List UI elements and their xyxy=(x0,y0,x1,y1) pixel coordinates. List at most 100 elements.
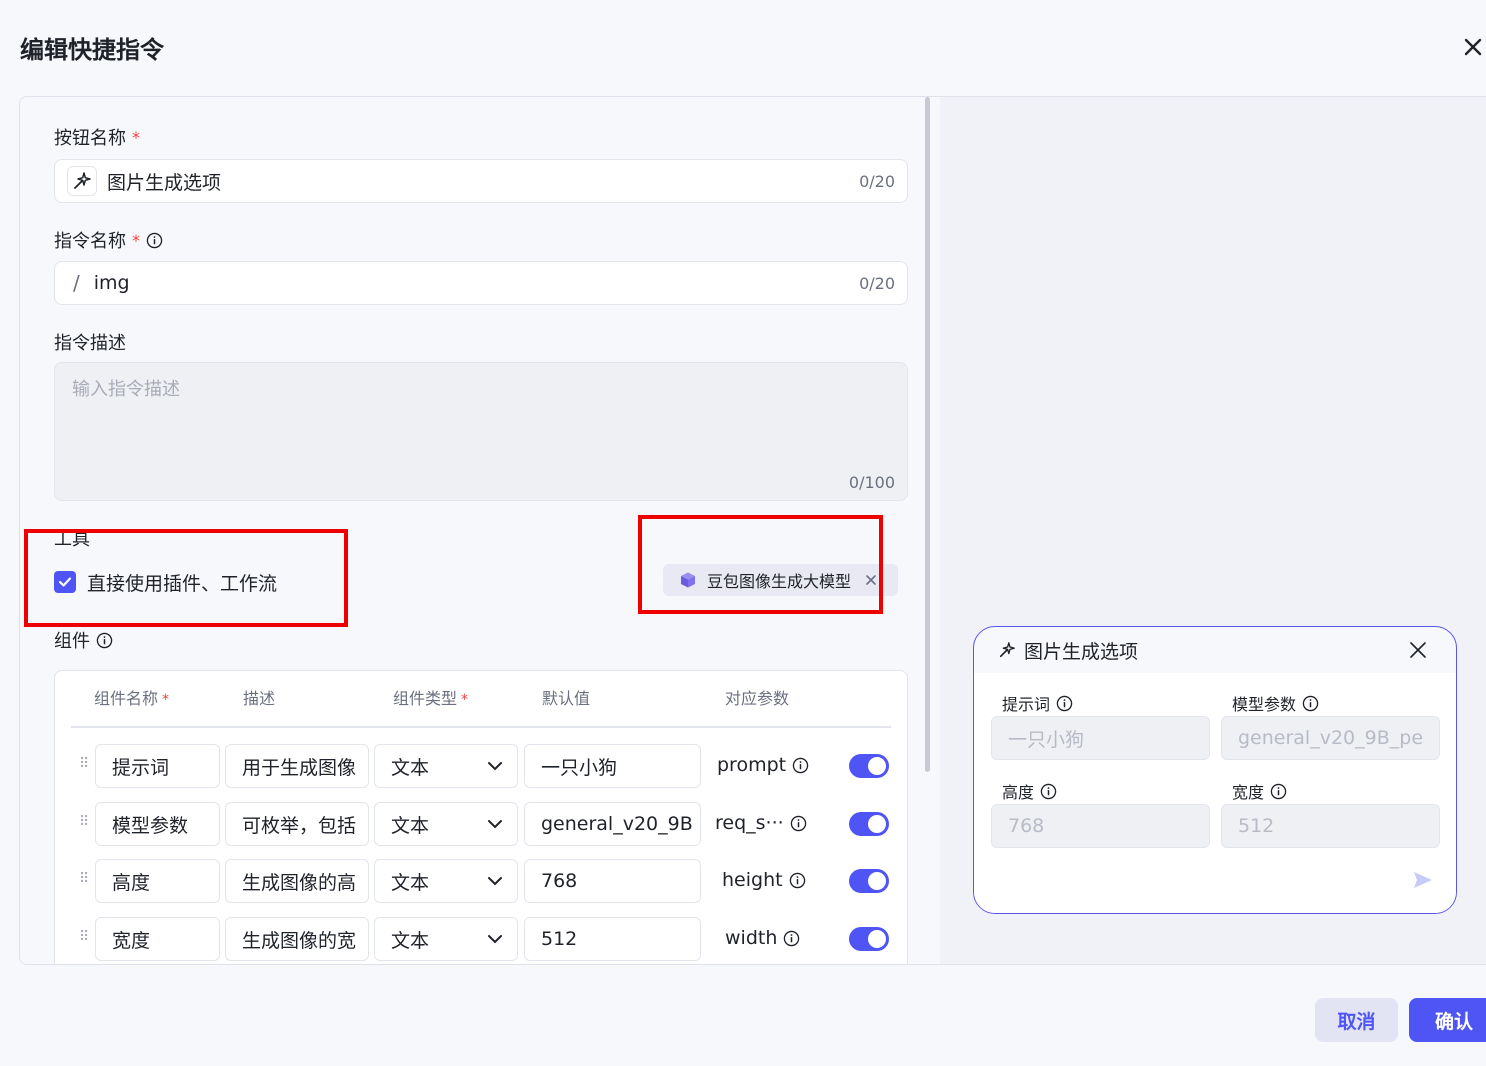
components-label-text: 组件 xyxy=(54,631,90,652)
command-name-input[interactable]: / img 0/20 xyxy=(54,261,908,305)
component-type-select[interactable]: 文本 xyxy=(374,859,518,903)
button-name-label-text: 按钮名称 xyxy=(54,128,126,149)
required-mark: * xyxy=(461,692,469,708)
preview-body: 提示词 模型参数 一只小狗 general_v20_9B_pe 高度 宽度 76… xyxy=(974,673,1456,913)
info-icon[interactable] xyxy=(1270,783,1287,800)
close-icon[interactable] xyxy=(1409,641,1427,659)
char-count: 0/20 xyxy=(859,273,895,293)
sparkle-icon xyxy=(999,642,1015,658)
button-name-value: 图片生成选项 xyxy=(107,171,222,194)
command-desc-placeholder: 输入指令描述 xyxy=(72,379,180,400)
info-icon[interactable] xyxy=(1040,783,1057,800)
drag-handle-icon[interactable]: ⠿ xyxy=(79,871,89,887)
component-type-select[interactable]: 文本 xyxy=(374,917,518,961)
header-type-text: 组件类型 xyxy=(393,689,458,708)
char-count: 0/20 xyxy=(859,171,895,191)
info-icon[interactable] xyxy=(783,930,800,947)
info-icon[interactable] xyxy=(1056,695,1073,712)
header-param: 对应参数 xyxy=(725,689,790,708)
preview-field-label-text: 高度 xyxy=(1002,783,1035,802)
component-desc-input[interactable]: 用于生成图像 xyxy=(225,744,369,788)
preview-field-label: 宽度 xyxy=(1232,779,1287,803)
preview-field-input[interactable]: general_v20_9B_pe xyxy=(1221,716,1440,760)
slash-prefix: / xyxy=(73,271,80,295)
preview-field-label: 高度 xyxy=(1002,779,1057,803)
component-param-text: height xyxy=(722,869,783,891)
component-enable-toggle[interactable] xyxy=(849,812,889,836)
button-name-label: 按钮名称 * xyxy=(54,124,140,150)
command-name-label-text: 指令名称 xyxy=(54,231,126,252)
component-enable-toggle[interactable] xyxy=(849,927,889,951)
drag-handle-icon[interactable]: ⠿ xyxy=(79,814,89,830)
component-param: prompt xyxy=(717,754,809,776)
chevron-down-icon xyxy=(488,877,502,886)
component-param-text: prompt xyxy=(717,754,787,776)
close-icon[interactable] xyxy=(1462,36,1484,58)
chevron-down-icon xyxy=(488,820,502,829)
component-param-text: req_s··· xyxy=(715,812,784,834)
info-icon[interactable] xyxy=(790,815,807,832)
preview-title: 图片生成选项 xyxy=(1024,640,1139,663)
component-name-input[interactable]: 提示词 xyxy=(95,744,220,788)
info-icon[interactable] xyxy=(96,632,113,649)
component-default-input[interactable]: 768 xyxy=(524,859,701,903)
header-name: 组件名称 * xyxy=(94,685,169,709)
command-name-label: 指令名称 * xyxy=(54,227,163,253)
preview-field-input[interactable]: 一只小狗 xyxy=(991,716,1210,760)
required-mark: * xyxy=(132,230,140,250)
preview-card: 图片生成选项 提示词 模型参数 一只小狗 general_v20_9B_pe 高… xyxy=(973,626,1457,914)
component-enable-toggle[interactable] xyxy=(849,754,889,778)
info-icon[interactable] xyxy=(146,232,163,249)
component-type-value: 文本 xyxy=(391,814,430,837)
component-default-input[interactable]: 512 xyxy=(524,917,701,961)
confirm-button[interactable]: 确认 xyxy=(1409,998,1486,1042)
header-name-text: 组件名称 xyxy=(94,689,159,708)
header-divider xyxy=(71,726,891,728)
component-enable-toggle[interactable] xyxy=(849,869,889,893)
component-type-value: 文本 xyxy=(391,756,430,779)
preview-field-label: 提示词 xyxy=(1002,691,1073,715)
preview-field-input[interactable]: 512 xyxy=(1221,804,1440,848)
cancel-button[interactable]: 取消 xyxy=(1315,998,1398,1042)
component-param: width xyxy=(725,927,800,949)
preview-header: 图片生成选项 xyxy=(974,627,1456,673)
drag-handle-icon[interactable]: ⠿ xyxy=(79,929,89,945)
components-label: 组件 xyxy=(54,627,113,653)
command-desc-textarea[interactable]: 输入指令描述 0/100 xyxy=(54,362,908,501)
button-name-input[interactable]: 图片生成选项 0/20 xyxy=(54,159,908,203)
component-name-input[interactable]: 高度 xyxy=(95,859,220,903)
preview-field-label-text: 提示词 xyxy=(1002,695,1051,714)
component-default-input[interactable]: 一只小狗 xyxy=(524,744,701,788)
info-icon[interactable] xyxy=(792,757,809,774)
info-icon[interactable] xyxy=(1302,695,1319,712)
component-param-text: width xyxy=(725,927,778,949)
command-desc-label: 指令描述 xyxy=(54,329,126,355)
char-count: 0/100 xyxy=(848,473,895,492)
component-type-value: 文本 xyxy=(391,871,430,894)
preview-field-label-text: 模型参数 xyxy=(1232,695,1297,714)
highlight-box xyxy=(24,529,348,627)
header-default: 默认值 xyxy=(542,689,591,708)
component-name-input[interactable]: 宽度 xyxy=(95,917,220,961)
required-mark: * xyxy=(162,692,170,708)
component-type-select[interactable]: 文本 xyxy=(374,744,518,788)
component-default-input[interactable]: general_v20_9B xyxy=(524,802,701,846)
info-icon[interactable] xyxy=(789,872,806,889)
component-type-select[interactable]: 文本 xyxy=(374,802,518,846)
form-scrollbar[interactable] xyxy=(925,97,930,772)
component-desc-input[interactable]: 生成图像的高 xyxy=(225,859,369,903)
component-param: req_s··· xyxy=(715,812,807,834)
drag-handle-icon[interactable]: ⠿ xyxy=(79,756,89,772)
dialog-title: 编辑快捷指令 xyxy=(20,36,164,64)
component-desc-input[interactable]: 可枚举，包括 xyxy=(225,802,369,846)
preview-field-input[interactable]: 768 xyxy=(991,804,1210,848)
send-icon[interactable] xyxy=(1412,869,1434,891)
sparkle-icon xyxy=(74,172,91,189)
component-param: height xyxy=(722,869,806,891)
component-name-input[interactable]: 模型参数 xyxy=(95,802,220,846)
chevron-down-icon xyxy=(488,762,502,771)
components-table: 组件名称 * 描述 组件类型 * 默认值 对应参数 ⠿ 提示词 用于生成图像 文本 … xyxy=(54,670,908,964)
header-desc: 描述 xyxy=(243,689,276,708)
component-desc-input[interactable]: 生成图像的宽 xyxy=(225,917,369,961)
button-icon-picker[interactable] xyxy=(67,166,97,196)
